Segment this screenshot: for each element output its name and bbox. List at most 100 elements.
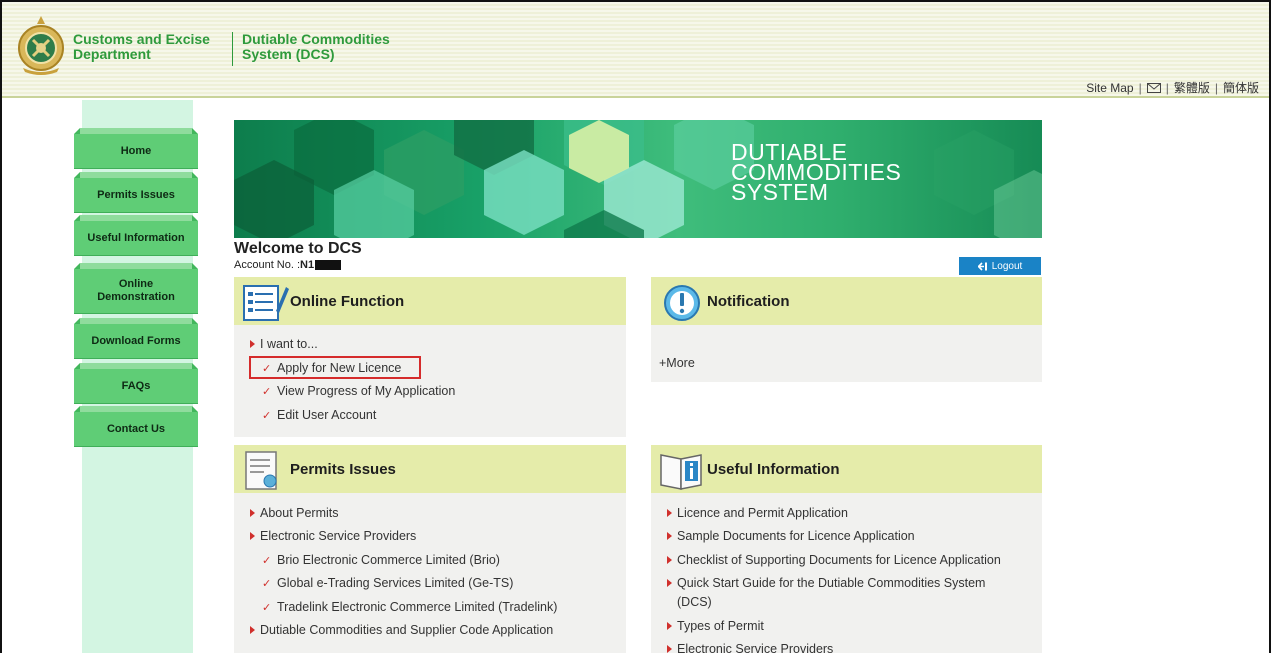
account-label: Account No. : — [234, 259, 301, 271]
logout-label: Logout — [991, 260, 1023, 272]
nav-faqs-label: FAQs — [121, 379, 151, 392]
link-label: Global e-Trading Services Limited (Ge-TS… — [277, 576, 514, 590]
bullet-arrow-icon — [667, 556, 672, 564]
electronic-service-providers-link-2[interactable]: Electronic Service Providers — [667, 642, 833, 653]
link-label: About Permits — [260, 506, 339, 520]
tradelink-link[interactable]: ✓ Tradelink Electronic Commerce Limited (… — [262, 600, 557, 614]
notification-header: Notification — [651, 277, 1042, 325]
bullet-arrow-icon — [250, 509, 255, 517]
department-name-line2: Department — [73, 46, 151, 62]
bullet-arrow-icon — [667, 532, 672, 540]
useful-information-panel: Useful Information Licence and Permit Ap… — [651, 445, 1042, 653]
about-permits-link[interactable]: About Permits — [250, 506, 339, 520]
customs-crest-logo[interactable] — [15, 14, 67, 78]
nav-permits-issues[interactable]: Permits Issues — [74, 178, 198, 212]
bullet-arrow-icon — [667, 622, 672, 630]
welcome-title: Welcome to DCS — [234, 240, 362, 257]
simplified-chinese-link[interactable]: 簡体版 — [1223, 79, 1259, 96]
view-progress-link[interactable]: ✓ View Progress of My Application — [262, 384, 455, 398]
department-name[interactable]: Customs and Excise Department — [73, 32, 210, 62]
checklist-link[interactable]: Checklist of Supporting Documents for Li… — [667, 553, 1001, 567]
ge-ts-link[interactable]: ✓ Global e-Trading Services Limited (Ge-T… — [262, 576, 513, 590]
checkmark-icon: ✓ — [262, 409, 272, 422]
nav-contact-us-label: Contact Us — [106, 422, 166, 435]
link-label: View Progress of My Application — [277, 384, 456, 398]
banner-title-line3: SYSTEM — [731, 179, 829, 205]
link-label: Sample Documents for Licence Application — [677, 529, 915, 543]
nav-contact-us[interactable]: Contact Us — [74, 412, 198, 446]
electronic-service-providers-link[interactable]: Electronic Service Providers — [250, 529, 416, 543]
licence-permit-application-link[interactable]: Licence and Permit Application — [667, 506, 848, 520]
checkmark-icon: ✓ — [262, 577, 272, 590]
department-name-line1: Customs and Excise — [73, 31, 210, 47]
link-separator: | — [1214, 80, 1218, 95]
bullet-arrow-icon — [250, 340, 255, 348]
nav-faqs[interactable]: FAQs — [74, 369, 198, 403]
browser-page: Customs and Excise Department Dutiable C… — [0, 0, 1271, 653]
link-label: Electronic Service Providers — [260, 529, 417, 543]
link-separator: | — [1138, 80, 1142, 95]
logout-button[interactable]: Logout — [959, 257, 1041, 275]
link-label: Types of Permit — [677, 619, 764, 633]
banner-title: DUTIABLE COMMODITIES SYSTEM — [731, 141, 901, 205]
mail-icon[interactable] — [1146, 82, 1161, 93]
quick-start-guide-link-continued[interactable]: (DCS) — [677, 595, 712, 609]
exclamation-icon — [664, 285, 700, 321]
nav-online-demonstration-label: Online Demonstration — [97, 278, 175, 303]
site-header: Customs and Excise Department Dutiable C… — [2, 2, 1269, 98]
notification-panel: Notification +More — [651, 277, 1042, 382]
notification-more-link[interactable]: +More — [659, 356, 695, 370]
nav-useful-information-label: Useful Information — [87, 231, 185, 244]
link-label: Quick Start Guide for the Dutiable Commo… — [677, 576, 986, 590]
account-number: Account No. : N1 — [234, 259, 342, 271]
nav-download-forms[interactable]: Download Forms — [74, 324, 198, 358]
bullet-arrow-icon — [667, 509, 672, 517]
system-name[interactable]: Dutiable Commodities System (DCS) — [242, 32, 390, 62]
permits-issues-title: Permits Issues — [290, 461, 396, 478]
types-of-permit-link[interactable]: Types of Permit — [667, 619, 764, 633]
nav-home[interactable]: Home — [74, 134, 198, 168]
list-item: I want to... — [250, 337, 318, 351]
bullet-arrow-icon — [250, 532, 255, 540]
checkmark-icon: ✓ — [262, 554, 272, 567]
nav-permits-issues-label: Permits Issues — [97, 188, 175, 201]
system-name-line2: System (DCS) — [242, 46, 335, 62]
notification-title: Notification — [707, 293, 790, 310]
nav-online-demonstration[interactable]: Online Demonstration — [74, 269, 198, 313]
link-label: Brio Electronic Commerce Limited (Brio) — [277, 553, 500, 567]
link-label: Checklist of Supporting Documents for Li… — [677, 553, 1001, 567]
intro-text: I want to... — [260, 337, 318, 351]
logout-icon — [977, 261, 987, 271]
link-label: Dutiable Commodities and Supplier Code A… — [260, 623, 554, 637]
checkmark-icon: ✓ — [262, 601, 272, 614]
brand-divider — [232, 32, 233, 66]
dcs-banner: DUTIABLE COMMODITIES SYSTEM — [234, 120, 1042, 238]
info-book-icon — [660, 454, 702, 490]
brio-link[interactable]: ✓ Brio Electronic Commerce Limited (Brio) — [262, 553, 500, 567]
redaction-bar — [315, 260, 342, 270]
bullet-arrow-icon — [250, 626, 255, 634]
system-name-line1: Dutiable Commodities — [242, 31, 390, 47]
link-label: Electronic Service Providers — [677, 642, 834, 653]
useful-information-header: Useful Information — [651, 445, 1042, 493]
useful-information-title: Useful Information — [707, 461, 840, 478]
bullet-arrow-icon — [667, 645, 672, 653]
link-label: Edit User Account — [277, 408, 377, 422]
account-value: N1 — [300, 259, 315, 271]
document-stamp-icon — [245, 451, 277, 490]
traditional-chinese-link[interactable]: 繁體版 — [1174, 79, 1210, 96]
nav-download-forms-label: Download Forms — [91, 334, 181, 347]
quick-start-guide-link[interactable]: Quick Start Guide for the Dutiable Commo… — [667, 576, 985, 590]
sample-documents-link[interactable]: Sample Documents for Licence Application — [667, 529, 915, 543]
clipboard-pencil-icon — [243, 285, 289, 321]
highlight-annotation-box — [249, 356, 421, 379]
link-label: (DCS) — [677, 595, 712, 609]
banner-hexagon-pattern — [234, 120, 1042, 238]
edit-user-account-link[interactable]: ✓ Edit User Account — [262, 408, 376, 422]
link-separator: | — [1165, 80, 1169, 95]
nav-home-label: Home — [120, 144, 152, 157]
site-map-link[interactable]: Site Map — [1086, 81, 1133, 95]
nav-useful-information[interactable]: Useful Information — [74, 221, 198, 255]
supplier-code-link[interactable]: Dutiable Commodities and Supplier Code A… — [250, 623, 553, 637]
link-label: Tradelink Electronic Commerce Limited (T… — [277, 600, 558, 614]
